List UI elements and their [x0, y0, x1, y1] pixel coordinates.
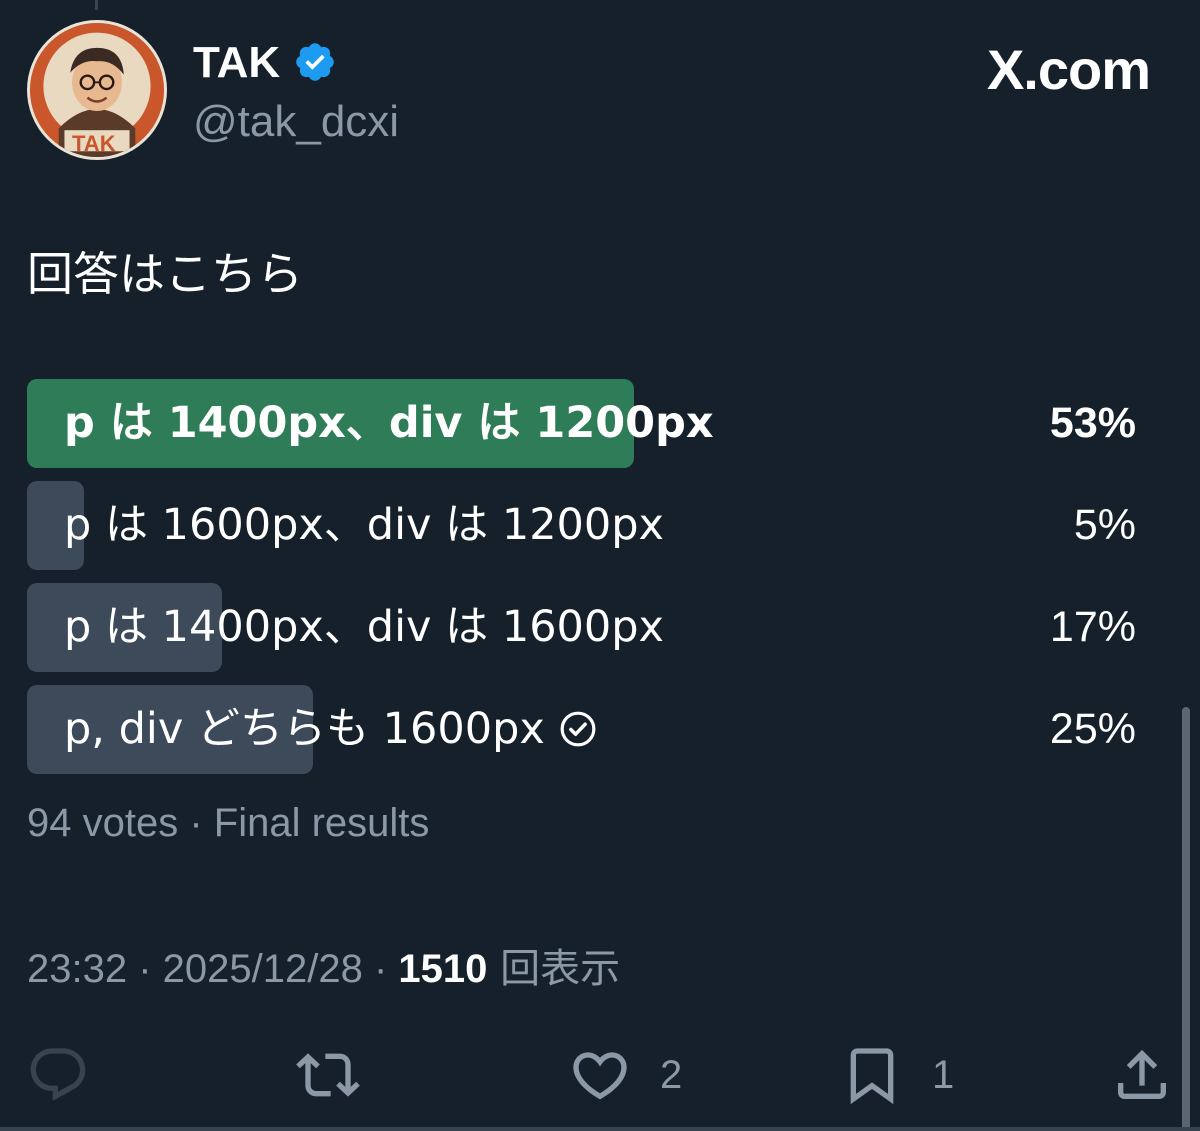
- like-count: 2: [660, 1052, 683, 1097]
- views-label: 回表示: [487, 946, 621, 992]
- heart-icon: [573, 1052, 627, 1100]
- poll-option-percent: 25%: [1049, 705, 1136, 753]
- thread-line: [95, 0, 98, 10]
- check-circle-icon: [560, 711, 596, 746]
- tweet-card: TAK TAK @tak_dcxi X.com 回答はこちら p は 1400p…: [0, 0, 1200, 1131]
- poll-option-label-wrap: p, div どちらも 1600px: [64, 685, 597, 774]
- action-bar: 2 1: [0, 1040, 1200, 1110]
- repost-icon: [296, 1053, 360, 1097]
- bookmark-count: 1: [932, 1052, 955, 1097]
- author-handle[interactable]: @tak_dcxi: [193, 97, 399, 147]
- poll: p は 1400px、div は 1200px 53% p は 1600px、d…: [27, 379, 1172, 787]
- poll-option-label: p, div どちらも 1600px: [64, 704, 545, 754]
- poll-option-percent: 53%: [1049, 399, 1136, 447]
- brand-label: X.com: [986, 38, 1151, 101]
- bookmark-icon: [850, 1048, 894, 1105]
- poll-option-percent: 5%: [1073, 501, 1136, 549]
- poll-option-percent: 17%: [1049, 603, 1136, 651]
- poll-option: p は 1600px、div は 1200px 5%: [27, 481, 1172, 570]
- tweet-text: 回答はこちら: [27, 247, 303, 301]
- poll-option: p, div どちらも 1600px 25%: [27, 685, 1172, 774]
- poll-option: p は 1400px、div は 1200px 53%: [27, 379, 1172, 468]
- repost-button[interactable]: [296, 1040, 360, 1110]
- poll-option-label: p は 1400px、div は 1200px: [64, 398, 714, 448]
- views-count: 1510: [398, 947, 488, 991]
- share-button[interactable]: [1110, 1040, 1174, 1110]
- scrollbar[interactable]: [1182, 707, 1190, 1131]
- poll-option: p は 1400px、div は 1600px 17%: [27, 583, 1172, 672]
- like-button[interactable]: 2: [568, 1040, 682, 1110]
- poll-meta: 94 votes · Final results: [27, 801, 430, 845]
- poll-option-label: p は 1600px、div は 1200px: [64, 500, 665, 550]
- bookmark-button[interactable]: 1: [840, 1040, 954, 1110]
- share-icon: [1118, 1049, 1166, 1099]
- verified-badge-icon: [296, 43, 334, 81]
- divider: [0, 1127, 1200, 1131]
- poll-option-label: p は 1400px、div は 1600px: [64, 602, 665, 652]
- author-name[interactable]: TAK: [193, 38, 280, 88]
- reply-icon: [30, 1048, 86, 1101]
- timestamp-time-date[interactable]: 23:32 · 2025/12/28 ·: [27, 947, 398, 991]
- timestamp: 23:32 · 2025/12/28 · 1510 回表示: [27, 946, 620, 992]
- reply-button[interactable]: [26, 1040, 90, 1110]
- avatar-label: TAK: [72, 131, 116, 156]
